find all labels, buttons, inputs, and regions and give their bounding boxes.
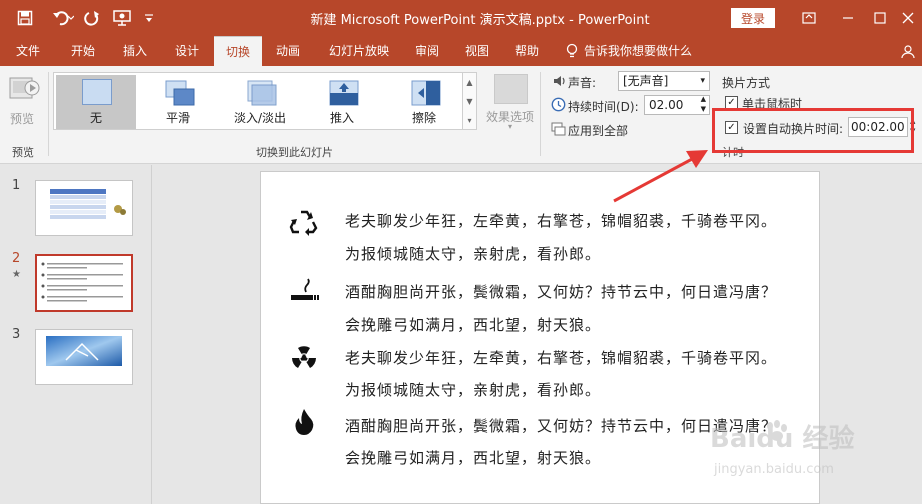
transition-fade[interactable]: 淡入/淡出 — [220, 75, 300, 129]
transition-push-label: 推入 — [329, 111, 354, 125]
recycle-icon — [289, 210, 318, 236]
flame-icon — [295, 409, 314, 435]
preview-icon[interactable] — [8, 74, 40, 106]
poem-line: 为报倾城随太守，亲射虎，看孙郎。 — [345, 381, 602, 399]
apply-to-all-button[interactable]: 应用到全部 — [568, 122, 628, 139]
tab-transitions[interactable]: 切换 — [214, 36, 262, 66]
slide-2-text-preview — [41, 262, 123, 302]
share-icon[interactable] — [896, 40, 920, 64]
tab-file[interactable]: 文件 — [4, 36, 52, 66]
slide-number-2: 2 — [12, 251, 21, 266]
slide-thumbnail-1[interactable] — [35, 180, 133, 236]
tell-me-box[interactable]: 告诉我你想要做什么 — [566, 36, 692, 66]
customize-toolbar-icon[interactable] — [142, 8, 156, 28]
sound-dropdown-icon: ▾ — [700, 76, 705, 86]
tab-view[interactable]: 视图 — [454, 36, 500, 66]
duration-stepper-icon[interactable]: ▲ ▼ — [701, 94, 706, 114]
transitions-group-label: 切换到此幻灯片 — [256, 146, 333, 159]
transition-push-icon — [329, 80, 359, 106]
tab-insert[interactable]: 插入 — [110, 36, 160, 66]
maximize-icon[interactable] — [868, 6, 892, 30]
transition-morph-label: 平滑 — [165, 111, 190, 125]
poem-line: 会挽雕弓如满月，西北望，射天狼。 — [345, 316, 602, 334]
transition-none-label: 无 — [89, 111, 102, 125]
title-bar: 新建 Microsoft PowerPoint 演示文稿.pptx - Powe… — [0, 0, 922, 36]
watermark-brand: Baidu 经验 — [710, 424, 855, 454]
sound-icon — [554, 76, 565, 86]
effect-options-icon[interactable] — [494, 74, 528, 104]
tab-home[interactable]: 开始 — [58, 36, 108, 66]
tell-me-label: 告诉我你想要做什么 — [584, 44, 693, 58]
slide-1-table-preview — [50, 189, 126, 219]
tab-review[interactable]: 审阅 — [404, 36, 450, 66]
poem-line: 为报倾城随太守，亲射虎，看孙郎。 — [345, 245, 602, 263]
transition-fade-icon — [247, 80, 277, 106]
radioactive-icon — [292, 346, 316, 368]
transition-none[interactable]: 无 — [56, 75, 136, 129]
start-from-beginning-icon[interactable] — [110, 8, 134, 28]
transition-wipe[interactable]: 擦除 — [384, 75, 464, 129]
transition-fade-label: 淡入/淡出 — [233, 111, 287, 125]
apply-all-icon — [551, 122, 566, 136]
transition-none-icon — [82, 79, 112, 105]
duration-input[interactable]: 02.00 ▲ ▼ — [644, 95, 710, 115]
poem-line: 老夫聊发少年狂，左牵黄，右擎苍，锦帽貂裘，千骑卷平冈。 — [345, 349, 778, 367]
tab-animations[interactable]: 动画 — [264, 36, 312, 66]
minimize-icon[interactable] — [836, 6, 860, 30]
gallery-scrollbar[interactable]: ▲ ▼ ▾ — [463, 72, 477, 130]
transition-wipe-icon — [411, 80, 441, 106]
group-divider — [540, 72, 541, 156]
duration-label: 持续时间(D): — [568, 100, 639, 114]
highlight-box — [712, 108, 914, 153]
save-icon[interactable] — [14, 8, 36, 28]
baidu-watermark: Baidu 经验 jingyan.baidu.com — [704, 404, 914, 494]
slide-thumbnail-3[interactable] — [35, 329, 133, 385]
transition-wipe-label: 擦除 — [411, 111, 436, 125]
undo-icon[interactable] — [48, 8, 78, 28]
login-button[interactable]: 登录 — [731, 8, 775, 28]
animation-star-icon: ★ — [12, 269, 21, 280]
transition-gallery: 无 平滑 淡入/淡出 推入 擦除 — [53, 72, 463, 130]
group-divider — [48, 72, 49, 156]
slide-number-3: 3 — [12, 327, 21, 342]
sound-label: 声音: — [568, 76, 597, 90]
ribbon-display-options-icon[interactable] — [797, 6, 821, 30]
ribbon-tabs: 文件 开始 插入 设计 切换 动画 幻灯片放映 审阅 视图 帮助 告诉我你想要做… — [0, 36, 922, 66]
transition-morph-icon — [165, 80, 195, 106]
poem-line: 老夫聊发少年狂，左牵黄，右擎苍，锦帽貂裘，千骑卷平冈。 — [345, 212, 778, 230]
gallery-more-icon[interactable]: ▾ — [463, 111, 476, 130]
close-icon[interactable] — [896, 6, 920, 30]
advance-slide-header: 换片方式 — [722, 76, 771, 90]
duration-clock-icon — [551, 97, 566, 112]
gallery-up-icon[interactable]: ▲ — [463, 73, 476, 92]
slide-thumbnail-pane: 1 2 ★ 3 — [0, 165, 152, 504]
gallery-down-icon[interactable]: ▼ — [463, 92, 476, 111]
slide-thumbnail-2[interactable] — [35, 254, 133, 312]
window-title: 新建 Microsoft PowerPoint 演示文稿.pptx - Powe… — [310, 13, 650, 28]
preview-button[interactable]: 预览 — [10, 110, 34, 127]
slide-number-1: 1 — [12, 178, 21, 193]
redo-icon[interactable] — [82, 8, 102, 28]
lightbulb-icon — [566, 43, 578, 58]
duration-value: 02.00 — [649, 98, 684, 112]
transition-morph[interactable]: 平滑 — [138, 75, 218, 129]
smoking-icon — [291, 278, 319, 300]
preview-group-label: 预览 — [12, 146, 34, 159]
transition-push[interactable]: 推入 — [302, 75, 382, 129]
poem-line: 会挽雕弓如满月，西北望，射天狼。 — [345, 449, 602, 467]
tab-help[interactable]: 帮助 — [504, 36, 550, 66]
effect-options-chevron-icon: ▾ — [508, 122, 513, 131]
slide-3-image-preview — [46, 336, 122, 366]
tab-slideshow[interactable]: 幻灯片放映 — [318, 36, 400, 66]
sound-value: [无声音] — [623, 74, 669, 88]
sound-select[interactable]: [无声音] ▾ — [618, 71, 710, 91]
watermark-url: jingyan.baidu.com — [714, 462, 834, 477]
tab-design[interactable]: 设计 — [162, 36, 212, 66]
poem-line: 酒酣胸胆尚开张，鬓微霜，又何妨？持节云中，何日遣冯唐？ — [345, 283, 778, 301]
